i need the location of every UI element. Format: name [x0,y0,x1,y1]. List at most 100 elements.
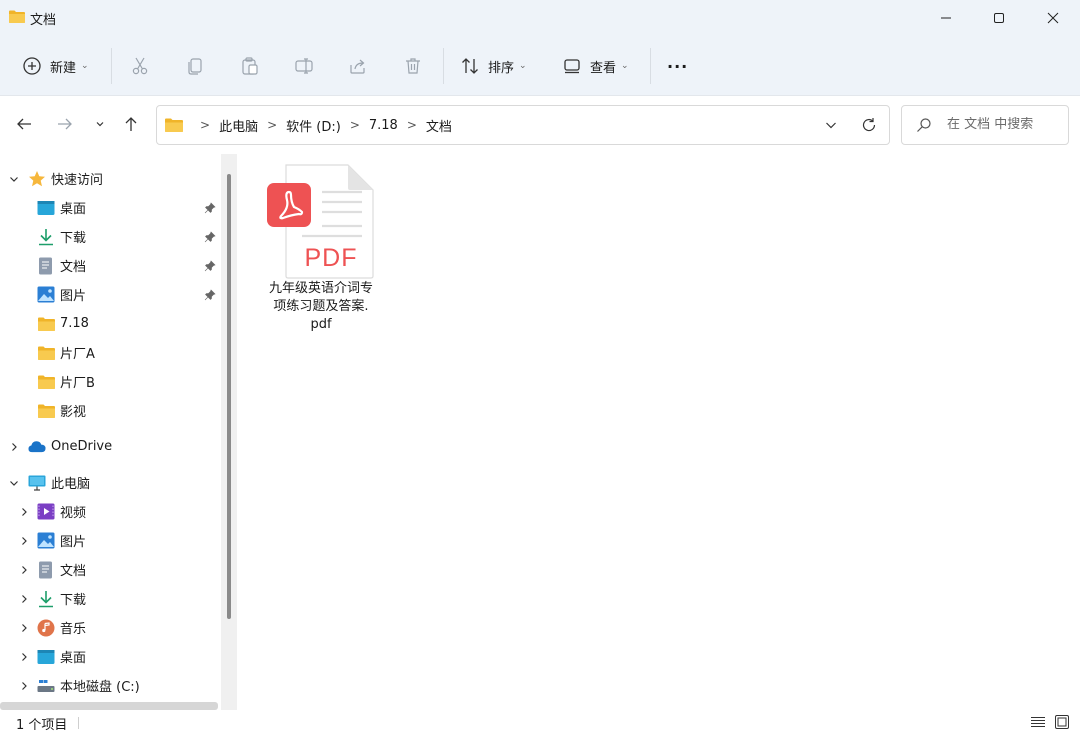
refresh-icon [862,118,876,132]
nav-item-music[interactable]: 音乐 [0,614,226,641]
chevron-right-icon[interactable] [18,651,30,663]
nav-item-folder-b[interactable]: 片厂B [0,368,226,395]
document-icon [37,257,55,275]
up-button[interactable] [119,112,143,136]
chevron-down-icon[interactable] [8,173,20,185]
pin-icon[interactable] [203,201,217,215]
cut-button[interactable] [130,48,150,84]
chevron-right-icon[interactable] [8,441,20,453]
plus-circle-icon [23,57,41,75]
breadcrumb-documents[interactable]: 文档 [426,116,452,135]
chevron-right-icon[interactable] [18,506,30,518]
nav-quick-access[interactable]: 快速访问 [0,165,226,192]
chevron-right-icon[interactable] [18,593,30,605]
nav-item-folder-a[interactable]: 片厂A [0,339,226,366]
pin-icon[interactable] [203,230,217,244]
file-item-pdf[interactable]: PDF 九年级英语介词专 项练习题及答案. pdf [262,162,380,338]
close-icon [1047,12,1059,24]
item-count: 1 个项目 [16,718,68,733]
nav-item-downloads[interactable]: 下载 [0,223,226,250]
more-button[interactable]: ··· [667,48,688,84]
breadcrumb-this-pc[interactable]: 此电脑 [219,116,258,135]
scrollbar-thumb[interactable] [227,174,231,619]
vertical-scrollbar[interactable] [221,154,237,710]
close-button[interactable] [1027,0,1079,36]
delete-button[interactable] [403,48,423,84]
share-button[interactable] [348,48,368,84]
horizontal-scrollbar[interactable] [0,702,218,710]
address-dropdown-button[interactable] [821,115,841,135]
nav-item-folder-movies[interactable]: 影视 [0,397,226,424]
toolbar-divider [443,48,444,84]
arrow-right-icon [58,118,72,130]
paste-button[interactable] [240,48,260,84]
chevron-down-icon [826,122,836,129]
video-icon [37,503,55,521]
forward-button[interactable] [53,112,77,136]
picture-icon [37,532,55,550]
cut-icon [132,57,148,75]
chevron-down-icon[interactable] [8,477,20,489]
status-bar: 1 个项目 [0,710,1080,735]
search-box[interactable] [901,105,1069,145]
maximize-icon [994,13,1004,23]
recent-locations-button[interactable] [88,112,112,136]
nav-item-label: 桌面 [60,202,87,217]
toolbar-divider [650,48,651,84]
nav-quick-access-label: 快速访问 [51,173,104,188]
paste-icon [242,57,258,75]
sort-button[interactable]: 排序 ⌄ [460,48,527,84]
nav-item-drive-c[interactable]: 本地磁盘 (C:) [0,672,226,699]
details-view-button[interactable] [1028,712,1048,732]
nav-this-pc[interactable]: 此电脑 [0,469,226,496]
breadcrumb-7-18[interactable]: 7.18 [369,118,398,133]
chevron-right-icon[interactable] [18,535,30,547]
back-button[interactable] [12,112,36,136]
nav-onedrive[interactable]: OneDrive [0,433,226,460]
pdf-badge-text: PDF [304,244,358,272]
new-button[interactable]: 新建 ⌄ [22,48,89,84]
chevron-right-icon[interactable] [18,622,30,634]
title-bar: 文档 [0,0,1080,36]
nav-item-label: 音乐 [60,622,87,637]
breadcrumb-drive-d[interactable]: 软件 (D:) [286,116,341,135]
nav-item-label: 文档 [60,564,87,579]
view-icon [564,59,580,74]
copy-button[interactable] [186,48,206,84]
refresh-button[interactable] [859,115,879,135]
chevron-right-icon[interactable] [18,680,30,692]
file-list: PDF 九年级英语介词专 项练习题及答案. pdf [240,154,1080,710]
address-bar[interactable]: > 此电脑 > 软件 (D:) > 7.18 > 文档 [156,105,890,145]
pin-icon[interactable] [203,288,217,302]
nav-item-documents-pc[interactable]: 文档 [0,556,226,583]
drive-icon [37,677,55,695]
nav-item-folder-7-18[interactable]: 7.18 [0,310,226,337]
chevron-down-icon: ⌄ [621,61,629,71]
rename-icon [295,58,313,74]
pin-icon[interactable] [203,259,217,273]
nav-item-label: 影视 [60,405,87,420]
desktop-icon [37,199,55,217]
nav-item-videos[interactable]: 视频 [0,498,226,525]
nav-item-documents[interactable]: 文档 [0,252,226,279]
command-bar: 新建 ⌄ 排序 ⌄ 查看 ⌄ ··· [0,36,1080,96]
nav-item-downloads-pc[interactable]: 下载 [0,585,226,612]
view-button[interactable]: 查看 ⌄ [562,48,629,84]
chevron-right-icon[interactable] [18,564,30,576]
minimize-button[interactable] [920,0,972,36]
nav-item-pictures[interactable]: 图片 [0,281,226,308]
maximize-button[interactable] [973,0,1025,36]
large-icons-view-icon [1055,715,1069,729]
rename-button[interactable] [294,48,314,84]
cloud-icon [28,438,46,456]
nav-item-pictures-pc[interactable]: 图片 [0,527,226,554]
nav-item-label: 文档 [60,260,87,275]
music-icon [37,619,55,637]
nav-item-desktop-pc[interactable]: 桌面 [0,643,226,670]
file-explorer-window: 文档 新建 ⌄ 排序 ⌄ 查看 ⌄ ··· > 此电脑 > 软件 (D:) > … [0,0,1080,735]
search-input[interactable] [947,117,1065,132]
nav-item-desktop[interactable]: 桌面 [0,194,226,221]
large-icons-view-button[interactable] [1052,712,1072,732]
breadcrumb-separator: > [200,118,211,132]
new-label: 新建 [50,60,77,76]
